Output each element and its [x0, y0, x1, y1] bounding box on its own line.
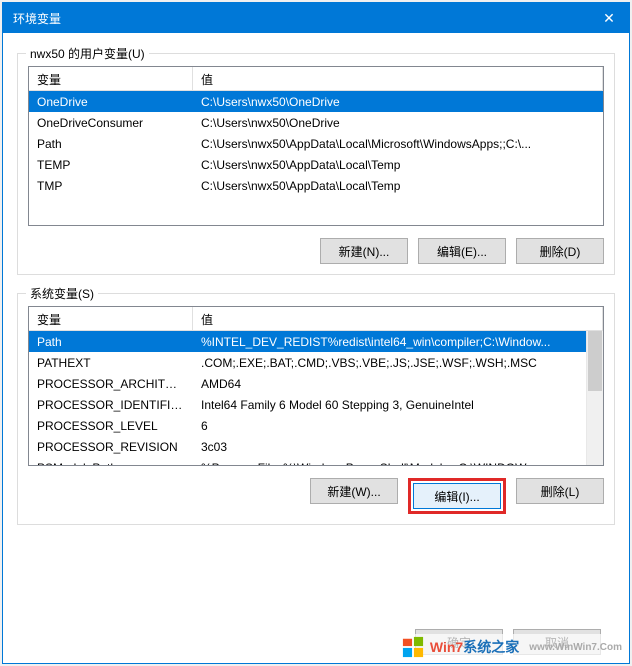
sys-button-row: 新建(W)... 编辑(I)... 删除(L) [28, 478, 604, 514]
scroll-thumb[interactable] [588, 331, 602, 391]
sys-delete-button[interactable]: 删除(L) [516, 478, 604, 504]
titlebar: 环境变量 ✕ [3, 3, 629, 33]
close-icon[interactable]: ✕ [599, 8, 619, 28]
var-value: .COM;.EXE;.BAT;.CMD;.VBS;.VBE;.JS;.JSE;.… [193, 353, 603, 373]
var-name: Path [29, 332, 193, 352]
sys-new-button[interactable]: 新建(W)... [310, 478, 398, 504]
env-vars-dialog: 环境变量 ✕ nwx50 的用户变量(U) 变量 值 OneDriveC:\Us… [2, 2, 630, 664]
table-row[interactable]: OneDriveConsumerC:\Users\nwx50\OneDrive [29, 112, 603, 133]
highlight-box: 编辑(I)... [408, 478, 506, 514]
var-name: PROCESSOR_LEVEL [29, 416, 193, 436]
content-area: nwx50 的用户变量(U) 变量 值 OneDriveC:\Users\nwx… [3, 33, 629, 663]
table-body: OneDriveC:\Users\nwx50\OneDriveOneDriveC… [29, 91, 603, 196]
var-name: PROCESSOR_ARCHITECT... [29, 374, 193, 394]
table-row[interactable]: OneDriveC:\Users\nwx50\OneDrive [29, 91, 603, 112]
sys-vars-legend: 系统变量(S) [26, 285, 98, 302]
var-name: PATHEXT [29, 353, 193, 373]
col-header-value[interactable]: 值 [193, 67, 603, 90]
watermark: Win7系统之家 www.WinWin7.Com [398, 634, 626, 660]
scrollbar[interactable] [586, 331, 603, 465]
var-name: PROCESSOR_IDENTIFIER [29, 395, 193, 415]
var-value: C:\Users\nwx50\AppData\Local\Temp [193, 176, 603, 196]
var-value: AMD64 [193, 374, 603, 394]
table-row[interactable]: PathC:\Users\nwx50\AppData\Local\Microso… [29, 133, 603, 154]
var-name: OneDriveConsumer [29, 113, 193, 133]
var-name: PROCESSOR_REVISION [29, 437, 193, 457]
var-value: C:\Users\nwx50\AppData\Local\Microsoft\W… [193, 134, 603, 154]
watermark-text: Win7系统之家 [430, 637, 519, 657]
var-value: %INTEL_DEV_REDIST%redist\intel64_win\com… [193, 332, 603, 352]
user-vars-table[interactable]: 变量 值 OneDriveC:\Users\nwx50\OneDriveOneD… [28, 66, 604, 226]
var-value: %ProgramFiles%\WindowsPowerShell\Modules… [193, 458, 603, 466]
user-vars-group: nwx50 的用户变量(U) 变量 值 OneDriveC:\Users\nwx… [17, 53, 615, 275]
var-value: C:\Users\nwx50\AppData\Local\Temp [193, 155, 603, 175]
user-button-row: 新建(N)... 编辑(E)... 删除(D) [28, 238, 604, 264]
table-row[interactable]: Path%INTEL_DEV_REDIST%redist\intel64_win… [29, 331, 603, 352]
table-row[interactable]: TEMPC:\Users\nwx50\AppData\Local\Temp [29, 154, 603, 175]
var-value: C:\Users\nwx50\OneDrive [193, 113, 603, 133]
window-title: 环境变量 [13, 10, 61, 27]
sys-vars-table[interactable]: 变量 值 Path%INTEL_DEV_REDIST%redist\intel6… [28, 306, 604, 466]
table-row[interactable]: PSModulePath%ProgramFiles%\WindowsPowerS… [29, 457, 603, 465]
table-row[interactable]: TMPC:\Users\nwx50\AppData\Local\Temp [29, 175, 603, 196]
sys-vars-group: 系统变量(S) 变量 值 Path%INTEL_DEV_REDIST%redis… [17, 293, 615, 525]
col-header-name[interactable]: 变量 [29, 307, 193, 330]
watermark-url: www.WinWin7.Com [529, 642, 622, 653]
var-value: 3c03 [193, 437, 603, 457]
user-edit-button[interactable]: 编辑(E)... [418, 238, 506, 264]
var-value: Intel64 Family 6 Model 60 Stepping 3, Ge… [193, 395, 603, 415]
windows-logo-icon [402, 636, 424, 658]
var-name: PSModulePath [29, 458, 193, 466]
var-name: OneDrive [29, 92, 193, 112]
var-value: C:\Users\nwx50\OneDrive [193, 92, 603, 112]
var-name: TEMP [29, 155, 193, 175]
table-row[interactable]: PROCESSOR_ARCHITECT...AMD64 [29, 373, 603, 394]
table-row[interactable]: PROCESSOR_REVISION3c03 [29, 436, 603, 457]
user-delete-button[interactable]: 删除(D) [516, 238, 604, 264]
table-body: Path%INTEL_DEV_REDIST%redist\intel64_win… [29, 331, 603, 465]
table-row[interactable]: PATHEXT.COM;.EXE;.BAT;.CMD;.VBS;.VBE;.JS… [29, 352, 603, 373]
table-row[interactable]: PROCESSOR_IDENTIFIERIntel64 Family 6 Mod… [29, 394, 603, 415]
var-value: 6 [193, 416, 603, 436]
table-header: 变量 值 [29, 307, 603, 331]
table-header: 变量 值 [29, 67, 603, 91]
var-name: Path [29, 134, 193, 154]
table-row[interactable]: PROCESSOR_LEVEL6 [29, 415, 603, 436]
sys-edit-button[interactable]: 编辑(I)... [413, 483, 501, 509]
var-name: TMP [29, 176, 193, 196]
user-new-button[interactable]: 新建(N)... [320, 238, 408, 264]
col-header-value[interactable]: 值 [193, 307, 603, 330]
user-vars-legend: nwx50 的用户变量(U) [26, 45, 149, 62]
col-header-name[interactable]: 变量 [29, 67, 193, 90]
